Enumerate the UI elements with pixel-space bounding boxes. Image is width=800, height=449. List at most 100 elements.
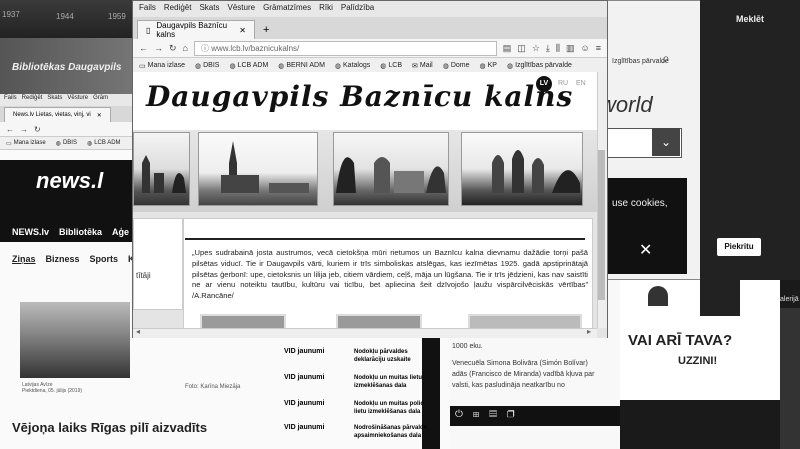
menu-item[interactable]: Rediģēt xyxy=(164,3,192,15)
bookmark[interactable]: ◍ LCB xyxy=(380,62,402,70)
bookmark[interactable]: ▭ Mana izlase xyxy=(139,62,185,70)
lang-ru-button[interactable]: RU xyxy=(558,80,568,87)
folder-icon: ▭ xyxy=(6,140,12,147)
menu-item[interactable]: Skats xyxy=(199,3,219,15)
menu-item[interactable]: Palīdzība xyxy=(341,3,374,15)
bookmark[interactable]: ◍ KP xyxy=(480,62,497,70)
bookmark[interactable]: ◍ LCB ADM xyxy=(87,140,121,147)
sidebar-menu xyxy=(133,218,183,310)
url-bar[interactable]: ⓘ www.lcb.lv/baznicukalns/ xyxy=(193,40,497,56)
news-bookmarks: ▭ Mana izlase ◍ DBIS ◍ LCB ADM xyxy=(0,137,140,150)
bookmark[interactable]: ◍ Dome xyxy=(443,62,470,70)
row-title[interactable]: Nodokļu pārvaldes deklarāciju uzskaite xyxy=(354,348,432,364)
forward-arrow-icon[interactable]: → xyxy=(154,43,163,53)
tab-partial[interactable]: Izglītības pārvalde xyxy=(612,58,669,65)
menu-item[interactable]: Vēsture xyxy=(67,95,88,105)
pocket-icon[interactable]: ◫ xyxy=(517,43,526,54)
mid-text-line: 1000 eku. xyxy=(452,343,483,350)
news-photo[interactable] xyxy=(20,302,130,378)
tab-title: News.lv Lietas, vietas, vinj, vi xyxy=(13,112,91,118)
main-menubar: Fails Rediģēt Skats Vēsture Grāmatzīmes … xyxy=(133,1,607,17)
globe-icon: ◍ xyxy=(229,62,236,70)
forward-arrow-icon[interactable]: → xyxy=(20,125,28,134)
search-label[interactable]: Meklēt xyxy=(736,14,764,24)
library-icon[interactable]: ⫼ xyxy=(556,43,560,54)
nav-item[interactable]: NEWS.lv xyxy=(12,227,49,237)
back-arrow-icon[interactable]: ← xyxy=(6,125,14,134)
back-arrow-icon[interactable]: ← xyxy=(139,43,148,53)
news-navbar: ← → ↻ xyxy=(0,122,140,137)
church-photo[interactable] xyxy=(461,132,583,206)
url-text: www.lcb.lv/baznicukalns/ xyxy=(211,43,300,53)
reader-icon[interactable]: ▤ xyxy=(503,43,512,54)
year-label: 1959 xyxy=(108,12,126,21)
news-logo[interactable]: news.l xyxy=(36,168,103,194)
news-photo-credit: Foto: Karīna Miezāja xyxy=(185,384,241,390)
folder-icon: ▭ xyxy=(139,62,146,70)
year-label: 1937 xyxy=(2,10,20,19)
menu-item[interactable]: Grāmatzīmes xyxy=(263,3,311,15)
church-photo[interactable] xyxy=(198,132,318,206)
bookmark[interactable]: ◍ LCB ADM xyxy=(229,62,268,70)
menu-item[interactable]: Fails xyxy=(139,3,156,15)
main-tab[interactable]: ▯ Daugavpils Baznīcu kalns ✕ xyxy=(137,20,255,39)
close-icon[interactable]: ✕ xyxy=(97,112,102,119)
mid-text-line: valsti, kas pasludināja neatkarību no xyxy=(452,382,565,389)
page-icon: ▯ xyxy=(146,25,151,35)
nav-item[interactable]: Ziņas xyxy=(12,254,36,264)
chevron-down-icon[interactable]: ⌄ xyxy=(652,128,680,156)
row-title[interactable]: Nodrošināšanas pārvalde apsaimniekošanas… xyxy=(354,424,432,440)
reload-icon[interactable]: ↻ xyxy=(169,43,177,54)
bookmark[interactable]: ◍ Katalogs xyxy=(335,62,370,70)
home-icon[interactable]: ⌂ xyxy=(183,43,188,53)
nav-item[interactable]: Aģe xyxy=(112,227,129,237)
close-icon[interactable]: ✕ xyxy=(239,26,246,35)
scroll-right-arrow-icon[interactable]: ▸ xyxy=(587,327,591,336)
star-icon[interactable]: ☆ xyxy=(532,43,540,54)
church-photo[interactable] xyxy=(133,132,190,206)
menu-item[interactable]: Vēsture xyxy=(227,3,255,15)
row-source: VID jaunumi xyxy=(284,374,325,381)
lang-en-button[interactable]: EN xyxy=(576,80,586,87)
sidebar-icon[interactable]: ▥ xyxy=(566,43,575,54)
news-headline[interactable]: Vējoņa laiks Rīgas pilī aizvadīts xyxy=(12,420,207,435)
globe-icon: ◍ xyxy=(380,62,387,70)
bookmark[interactable]: ◍ DBIS xyxy=(56,140,77,147)
close-icon[interactable]: ✕ xyxy=(639,240,652,260)
reload-icon[interactable]: ↻ xyxy=(34,125,41,134)
church-photo[interactable] xyxy=(333,132,449,206)
new-tab-button[interactable]: + xyxy=(255,24,277,39)
nav-item[interactable]: Bibliotēka xyxy=(59,227,102,237)
menu-item[interactable]: Grām xyxy=(93,95,108,105)
nav-item[interactable]: Bizness xyxy=(46,254,80,264)
row-title[interactable]: Nodokļu un muitas lietu izmeklēšanas dal… xyxy=(354,374,432,390)
sync-icon[interactable]: ☺ xyxy=(581,43,590,53)
main-navbar: ← → ↻ ⌂ ⓘ www.lcb.lv/baznicukalns/ ▤ ◫ ☆… xyxy=(133,39,607,58)
news-tab[interactable]: News.lv Lietas, vietas, vinj, vi ✕ xyxy=(4,107,111,122)
download-icon[interactable]: ⤓ xyxy=(546,43,550,54)
bookmark[interactable]: ◍ Izglītības pārvalde xyxy=(507,62,572,70)
menu-item[interactable]: Rīki xyxy=(319,3,333,15)
bookmark[interactable]: ✉ Mail xyxy=(412,62,433,70)
nav-item[interactable]: Sports xyxy=(90,254,119,264)
toolbar-icons[interactable]: ⏻⊞▤❒ xyxy=(455,409,524,420)
bookmark[interactable]: ◍ DBIS xyxy=(195,62,219,70)
bookmark[interactable]: ◍ BERNI ADM xyxy=(278,62,325,70)
horizontal-scrollbar[interactable] xyxy=(133,328,597,338)
row-title[interactable]: Nodokļu un muitas polic lietu izmeklēšan… xyxy=(354,400,432,416)
menu-item[interactable]: Fails xyxy=(4,95,17,105)
search-icon[interactable]: ⌕ xyxy=(662,50,670,67)
menu-item[interactable]: Rediģēt xyxy=(22,95,43,105)
news-subnav: Ziņas Bizness Sports K xyxy=(12,254,135,264)
scroll-thumb[interactable] xyxy=(598,150,605,300)
menu-icon[interactable]: ≡ xyxy=(596,43,601,53)
menu-item[interactable]: Skats xyxy=(47,95,62,105)
bookmark[interactable]: ▭ Mana izlase xyxy=(6,140,46,147)
right-edge-text: alerijā xyxy=(780,296,799,303)
lang-lv-button[interactable]: LV xyxy=(536,76,552,92)
library-banner-text: Bibliotēkas Daugavpils xyxy=(12,62,122,73)
church-silhouette-icon xyxy=(142,155,186,193)
scroll-left-arrow-icon[interactable]: ◂ xyxy=(136,327,140,336)
cookie-accept-button[interactable]: Piekritu xyxy=(717,238,761,256)
sidebar-link[interactable]: tītāji xyxy=(136,271,151,280)
